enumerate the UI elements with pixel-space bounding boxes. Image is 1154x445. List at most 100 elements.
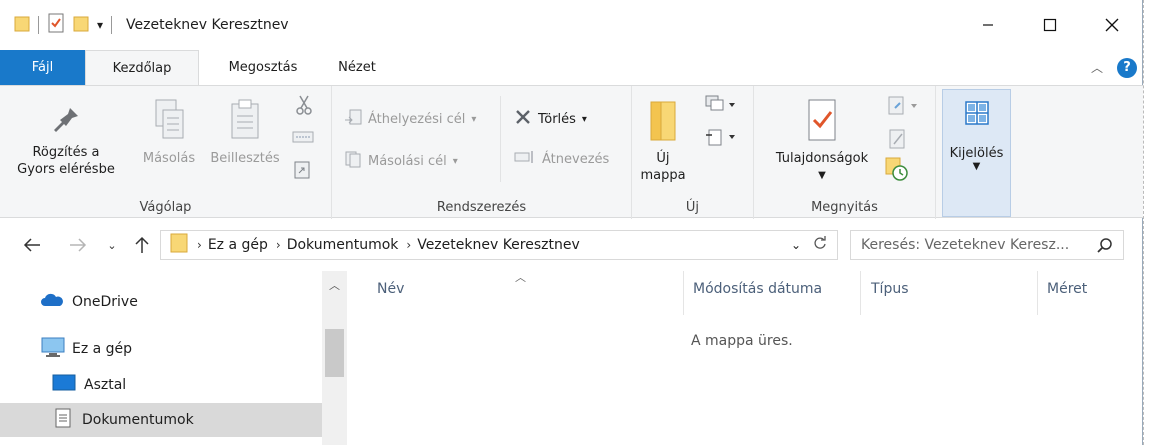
rename-icon <box>514 150 536 168</box>
column-header-name[interactable]: Név <box>377 281 404 297</box>
new-group-label: Új <box>685 200 700 215</box>
new-folder-button[interactable]: Új mappa <box>638 98 688 184</box>
delete-icon <box>514 108 532 130</box>
new-item-icon[interactable] <box>704 94 738 120</box>
computer-icon <box>40 336 66 362</box>
empty-folder-message: A mappa üres. <box>691 333 793 349</box>
group-new: Új mappa Új <box>632 86 754 219</box>
maximize-button[interactable] <box>1019 0 1081 50</box>
delete-label: Törlés <box>538 111 576 127</box>
copy-button[interactable]: Másolás <box>134 98 204 167</box>
edit-icon[interactable] <box>888 128 908 154</box>
documents-icon <box>54 407 72 433</box>
window-title: Vezeteknev Keresztnev <box>126 17 289 33</box>
paste-label: Beillesztés <box>210 151 280 166</box>
rename-label: Átnevezés <box>542 151 610 167</box>
up-button[interactable] <box>128 219 156 271</box>
chevron-right-icon[interactable]: › <box>406 238 411 252</box>
chevron-down-icon: ▼ <box>972 161 981 172</box>
column-header-modified[interactable]: Módosítás dátuma <box>693 281 822 297</box>
collapse-ribbon-icon[interactable]: ︿ <box>1091 59 1103 76</box>
copy-to-icon <box>344 150 362 172</box>
copy-to-button[interactable]: Másolási cél ▾ <box>344 150 458 172</box>
rename-button[interactable]: Átnevezés <box>514 150 609 168</box>
chevron-down-icon: ▾ <box>452 155 458 167</box>
tab-home[interactable]: Kezdőlap <box>85 50 199 85</box>
paste-button[interactable]: Beillesztés <box>204 98 286 167</box>
nav-item-desktop[interactable]: Asztal <box>0 369 322 401</box>
chevron-down-icon: ▾ <box>581 113 587 125</box>
easy-access-icon[interactable] <box>704 126 738 152</box>
chevron-down-icon: ▼ <box>818 170 826 181</box>
pin-quick-access-button[interactable]: Rögzítés a Gyors elérésbe <box>10 104 122 178</box>
folder-icon <box>14 14 30 36</box>
select-button[interactable]: Kijelölés ▼ <box>942 89 1011 217</box>
chevron-right-icon[interactable]: › <box>197 238 202 252</box>
window-edge <box>1143 0 1154 445</box>
move-to-button[interactable]: Áthelyezési cél ▾ <box>344 108 476 130</box>
column-divider[interactable] <box>1037 271 1038 315</box>
customize-qat-icon[interactable]: ▾ <box>97 18 103 32</box>
title-bar: ▾ Vezeteknev Keresztnev <box>0 0 1143 50</box>
properties-button[interactable]: Tulajdonságok ▼ <box>760 98 884 184</box>
breadcrumb-current-folder[interactable]: Vezeteknev Keresztnev <box>417 237 580 253</box>
group-open: Tulajdonságok ▼ Megnyitás <box>754 86 936 219</box>
chevron-right-icon[interactable]: › <box>276 238 281 252</box>
breadcrumb-this-pc[interactable]: Ez a gép <box>208 237 268 253</box>
properties-icon <box>760 98 884 150</box>
history-icon[interactable] <box>884 156 910 186</box>
file-list: ︿ Név Módosítás dátuma Típus Méret A map… <box>347 271 1143 445</box>
copy-label: Másolás <box>142 151 196 166</box>
move-to-label: Áthelyezési cél <box>368 111 466 127</box>
copy-to-label: Másolási cél <box>368 153 447 169</box>
new-folder-label-line2: mappa <box>640 168 686 183</box>
copy-path-icon[interactable] <box>292 130 314 148</box>
delete-button[interactable]: Törlés ▾ <box>514 108 587 130</box>
column-header-size[interactable]: Méret <box>1047 281 1087 297</box>
forward-button[interactable] <box>62 219 94 271</box>
chevron-down-icon: ▾ <box>471 113 477 125</box>
new-folder-icon <box>638 98 688 150</box>
tab-share[interactable]: Megosztás <box>199 50 327 85</box>
divider <box>500 96 501 182</box>
nav-item-this-pc[interactable]: Ez a gép <box>0 333 322 365</box>
ribbon-tab-tools: ︿ ? <box>1091 50 1137 85</box>
search-input[interactable]: Keresés: Vezeteknev Keresz... <box>850 230 1124 260</box>
scrollbar-thumb[interactable] <box>325 329 344 377</box>
close-button[interactable] <box>1081 0 1143 50</box>
ribbon: Rögzítés a Gyors elérésbe Másolás Beille… <box>0 85 1143 219</box>
navigation-pane: OneDrive Ez a gép Asztal Dokumentumok <box>0 271 322 445</box>
back-button[interactable] <box>14 219 50 271</box>
search-icon[interactable] <box>1097 237 1113 257</box>
window-controls <box>957 0 1143 50</box>
refresh-icon[interactable] <box>813 236 827 254</box>
pin-icon <box>10 104 122 144</box>
scroll-up-icon[interactable]: ︿ <box>322 271 347 293</box>
address-history-chevron-icon[interactable]: ⌄ <box>791 238 801 252</box>
column-divider[interactable] <box>683 271 684 315</box>
address-bar[interactable]: › Ez a gép › Dokumentumok › Vezeteknev K… <box>160 230 838 260</box>
recent-locations-chevron-icon[interactable]: ⌄ <box>100 219 124 271</box>
cut-icon[interactable] <box>294 94 314 120</box>
minimize-button[interactable] <box>957 0 1019 50</box>
nav-item-label: Dokumentumok <box>82 412 194 428</box>
pin-label-line2: Gyors elérésbe <box>17 162 115 177</box>
clipboard-group-label: Vágólap <box>139 200 192 215</box>
new-folder-qat-icon[interactable] <box>73 14 89 36</box>
ribbon-tabs: Fájl Kezdőlap Megosztás Nézet ︿ ? <box>0 50 1143 85</box>
open-icon[interactable] <box>886 94 920 122</box>
properties-label: Tulajdonságok <box>775 151 869 166</box>
column-divider[interactable] <box>860 271 861 315</box>
nav-item-documents[interactable]: Dokumentumok <box>0 403 322 437</box>
navigation-pane-scrollbar[interactable]: ︿ <box>322 271 347 445</box>
column-header-type[interactable]: Típus <box>871 281 909 297</box>
tab-file[interactable]: Fájl <box>0 50 85 85</box>
nav-item-onedrive[interactable]: OneDrive <box>0 287 322 317</box>
desktop-icon <box>52 373 76 397</box>
sort-ascending-icon: ︿ <box>515 271 526 284</box>
breadcrumb-documents[interactable]: Dokumentumok <box>287 237 399 253</box>
paste-shortcut-icon[interactable] <box>293 160 311 184</box>
help-icon[interactable]: ? <box>1117 57 1137 78</box>
tab-view[interactable]: Nézet <box>327 50 387 85</box>
properties-qat-icon[interactable] <box>47 13 65 37</box>
